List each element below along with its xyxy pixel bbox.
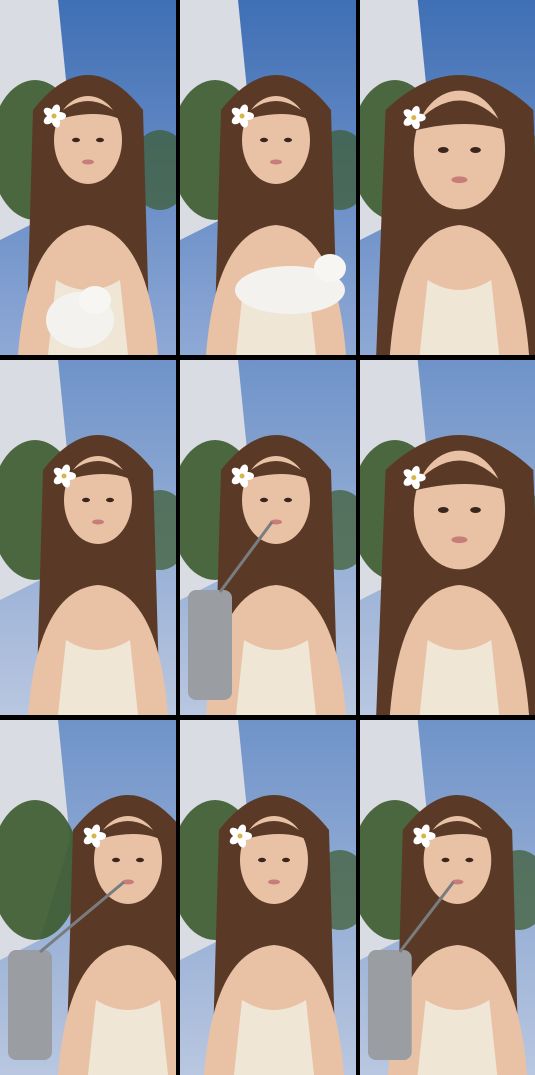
mouth <box>82 159 94 165</box>
eye-right <box>284 497 292 503</box>
frame-image <box>0 720 176 1075</box>
top <box>88 1000 168 1075</box>
eye-left <box>437 507 449 513</box>
cup <box>188 590 232 700</box>
mouth <box>92 519 104 525</box>
frame-image <box>360 720 535 1075</box>
eye-right <box>96 137 104 143</box>
frame-6 <box>360 360 535 715</box>
frame-image <box>0 0 176 355</box>
mouth <box>451 176 468 184</box>
frame-9 <box>360 720 535 1075</box>
eye-left <box>260 137 268 143</box>
mouth <box>268 879 280 885</box>
frame-image <box>180 360 356 715</box>
frame-7 <box>0 720 176 1075</box>
cup <box>8 950 52 1060</box>
photo-collage <box>0 0 535 1075</box>
frame-image <box>360 360 535 715</box>
cat-head <box>79 286 111 314</box>
eye-left <box>82 497 90 503</box>
eye-right <box>465 857 474 863</box>
frame-3 <box>360 0 535 355</box>
frame-image <box>180 0 356 355</box>
top <box>236 640 316 715</box>
eye-left <box>258 857 266 863</box>
top <box>419 280 500 355</box>
eye-right <box>470 147 481 153</box>
eye-right <box>136 857 144 863</box>
eye-left <box>112 857 120 863</box>
frame-1 <box>0 0 176 355</box>
frame-5 <box>180 360 356 715</box>
eye-left <box>437 147 449 153</box>
mouth <box>270 159 282 165</box>
eye-left <box>260 497 268 503</box>
eye-right <box>470 507 481 513</box>
eye-right <box>282 857 290 863</box>
frame-2 <box>180 0 356 355</box>
frame-4 <box>0 360 176 715</box>
frame-image <box>360 0 535 355</box>
top <box>58 640 138 715</box>
top <box>419 640 500 715</box>
frame-image <box>180 720 356 1075</box>
eye-left <box>441 857 450 863</box>
top <box>234 1000 314 1075</box>
top <box>417 1000 498 1075</box>
eye-right <box>284 137 292 143</box>
eye-left <box>72 137 80 143</box>
frame-image <box>0 360 176 715</box>
cat-head <box>314 254 346 282</box>
frame-8 <box>180 720 356 1075</box>
mouth <box>451 536 468 544</box>
eye-right <box>106 497 114 503</box>
cup <box>367 950 412 1060</box>
